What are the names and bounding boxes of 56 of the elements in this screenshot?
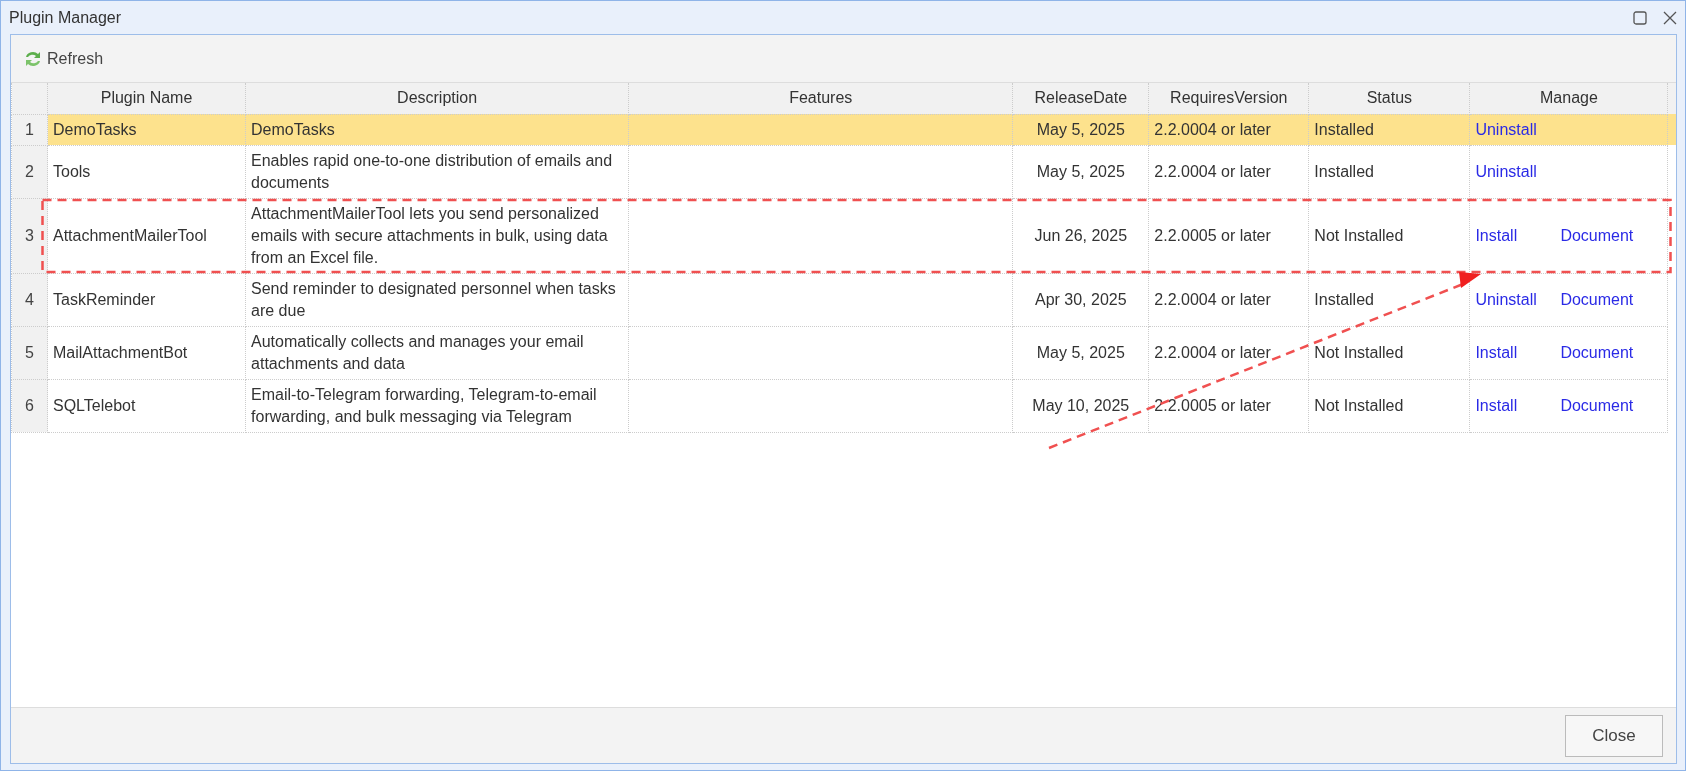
table-cell: May 5, 2025 <box>1012 145 1149 198</box>
action-link[interactable]: Uninstall <box>1475 288 1561 311</box>
action-link[interactable]: Install <box>1475 341 1561 364</box>
row-number: 6 <box>11 379 48 432</box>
close-icon[interactable] <box>1663 10 1677 25</box>
table-cell: MailAttachmentBot <box>47 326 246 379</box>
window-title: Plugin Manager <box>9 7 122 28</box>
table-cell: Send reminder to designated personnel when tasks are due <box>245 273 629 326</box>
action-link[interactable]: Install <box>1475 224 1561 247</box>
table-cell: 2.2.0004 or later <box>1148 273 1309 326</box>
column-header: Features <box>628 83 1013 114</box>
document-link[interactable]: Document <box>1560 394 1663 417</box>
table-cell: SQLTelebot <box>47 379 246 432</box>
table-cell: Installed <box>1308 145 1470 198</box>
row-number: 4 <box>11 273 48 326</box>
table-cell: 2.2.0005 or later <box>1148 198 1309 273</box>
table-cell: AttachmentMailerTool lets you send personalized emails with secure attachments in bulk, using data from an Excel file. <box>245 198 629 273</box>
row-number: 3 <box>11 198 48 273</box>
column-header: Manage <box>1469 83 1668 114</box>
table-cell: May 5, 2025 <box>1012 326 1149 379</box>
table-cell: May 10, 2025 <box>1012 379 1149 432</box>
column-header: Plugin Name <box>47 83 246 114</box>
selected-row[interactable]: 1 DemoTasks DemoTasks May 5, 2025 2.2.0004 or later Installed Uninstall <box>11 114 1676 145</box>
table-cell: 2.2.0004 or later <box>1148 326 1309 379</box>
table-cell: Not Installed <box>1308 379 1470 432</box>
table-cell: Jun 26, 2025 <box>1012 198 1149 273</box>
column-header: ReleaseDate <box>1012 83 1149 114</box>
column-header: RequiresVersion <box>1148 83 1309 114</box>
table-cell: Email-to-Telegram forwarding, Telegram-to-email forwarding, and bulk messaging via Telegram <box>245 379 629 432</box>
table-cell: AttachmentMailerTool <box>47 198 246 273</box>
table-cell: Not Installed <box>1308 326 1470 379</box>
table-cell: Automatically collects and manages your email attachments and data <box>245 326 629 379</box>
row-number: 5 <box>11 326 48 379</box>
close-button[interactable]: Close <box>1565 714 1663 757</box>
column-header: Description <box>245 83 629 114</box>
maximize-icon[interactable] <box>1633 10 1647 25</box>
refresh-button[interactable]: Refresh <box>21 44 106 73</box>
document-link[interactable]: Document <box>1560 341 1663 364</box>
table-cell: TaskReminder <box>47 273 246 326</box>
row-number: 1 <box>11 114 48 145</box>
document-link[interactable]: Document <box>1560 288 1663 311</box>
table-cell: DemoTasks <box>47 114 246 145</box>
column-header: Status <box>1308 83 1470 114</box>
table-cell: 2.2.0004 or later <box>1148 145 1309 198</box>
table-cell: Enables rapid one-to-one distribution of emails and documents <box>245 145 629 198</box>
table-cell: May 5, 2025 <box>1012 114 1149 145</box>
table-cell: DemoTasks <box>245 114 629 145</box>
action-link[interactable]: Install <box>1475 394 1561 417</box>
document-link[interactable]: Document <box>1560 224 1663 247</box>
row-number: 2 <box>11 145 48 198</box>
table-cell: Tools <box>47 145 246 198</box>
table-cell: 2.2.0005 or later <box>1148 379 1309 432</box>
table-cell: 2.2.0004 or later <box>1148 114 1309 145</box>
action-link[interactable]: Uninstall <box>1475 160 1561 183</box>
table-cell: Apr 30, 2025 <box>1012 273 1149 326</box>
table-cell: Installed <box>1308 114 1470 145</box>
